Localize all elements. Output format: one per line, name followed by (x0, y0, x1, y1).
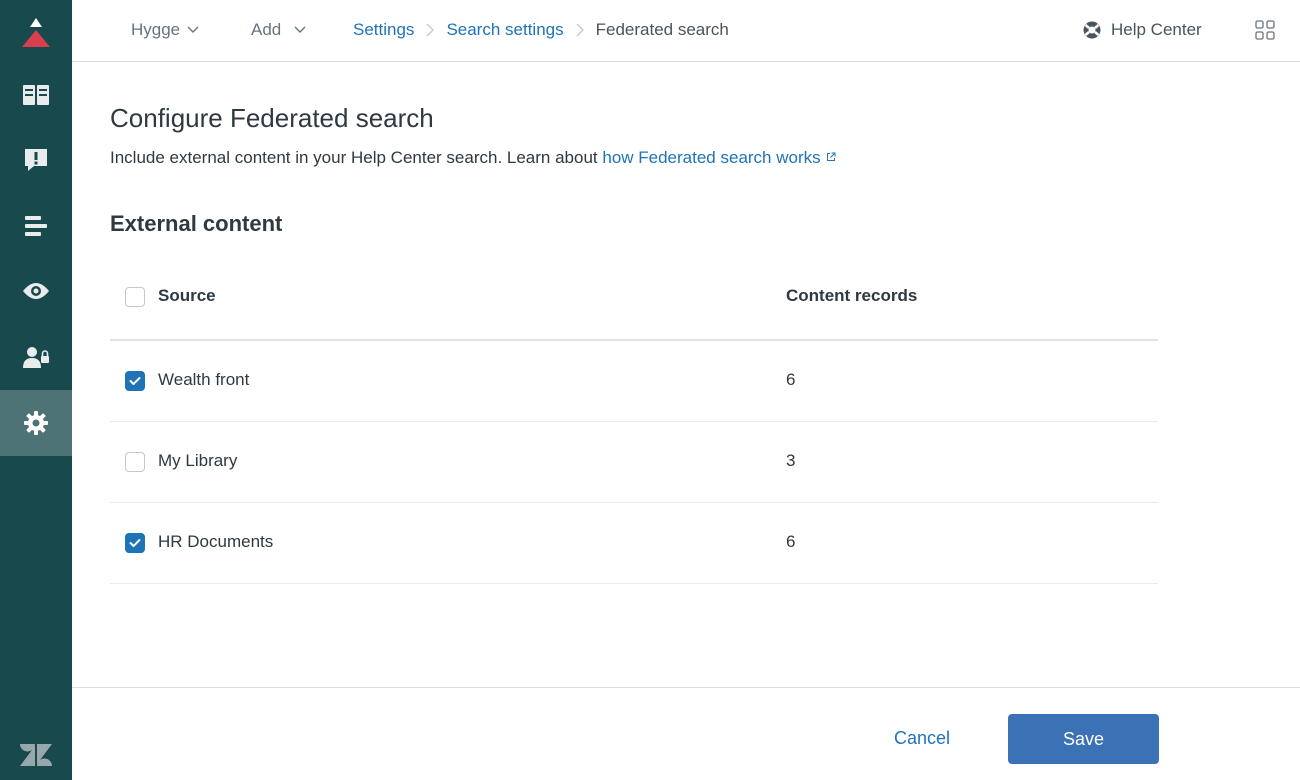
source-name: My Library (158, 451, 238, 470)
cancel-button[interactable]: Cancel (894, 728, 950, 749)
select-all-checkbox[interactable] (125, 287, 145, 307)
settings-gear-icon[interactable] (0, 390, 72, 456)
chevron-right-icon (576, 23, 584, 37)
page-title: Configure Federated search (110, 103, 434, 133)
source-name: HR Documents (158, 532, 274, 551)
table-row: HR Documents 6 (110, 503, 1158, 584)
breadcrumb-settings[interactable]: Settings (353, 20, 414, 40)
chevron-right-icon (426, 23, 435, 37)
checkmark-icon (129, 539, 141, 547)
checkmark-icon (129, 377, 141, 385)
content-records-count: 6 (786, 532, 796, 551)
learn-more-link[interactable]: how Federated search works (602, 148, 836, 167)
intro-text: Include external content in your Help Ce… (110, 148, 836, 168)
row-checkbox[interactable] (125, 452, 145, 472)
intro-description: Include external content in your Help Ce… (110, 148, 603, 167)
product-tray-icon[interactable] (1255, 0, 1275, 60)
content-records-count: 6 (786, 370, 796, 389)
external-content-table: Source Content records Wealth front 6 My… (110, 254, 1158, 584)
brand-selector[interactable]: Hygge (131, 0, 199, 60)
help-center-link[interactable]: Help Center (1082, 0, 1202, 60)
guide-logo-icon[interactable] (0, 0, 72, 66)
zendesk-logo-icon (0, 722, 72, 780)
add-label: Add (251, 20, 282, 39)
row-checkbox[interactable] (125, 371, 145, 391)
table-row: Wealth front 6 (110, 341, 1158, 422)
table-row: My Library 3 (110, 422, 1158, 503)
header-source: Source (158, 286, 216, 305)
external-link-icon (826, 152, 836, 161)
user-permissions-icon[interactable] (0, 324, 72, 390)
arrange-content-icon[interactable] (0, 193, 72, 259)
breadcrumb-search-settings[interactable]: Search settings (446, 20, 563, 40)
header-content-records: Content records (786, 286, 918, 305)
preview-eye-icon[interactable] (0, 258, 72, 324)
chevron-down-icon (187, 26, 199, 33)
chevron-down-icon (294, 26, 306, 33)
community-alert-icon[interactable] (0, 127, 72, 193)
save-button[interactable]: Save (1008, 714, 1159, 764)
source-name: Wealth front (158, 370, 250, 389)
breadcrumb-current: Federated search (595, 20, 729, 39)
add-menu-button[interactable]: Add (251, 0, 306, 60)
section-title: External content (110, 211, 283, 236)
breadcrumb: Settings Search settings Federated searc… (353, 0, 729, 60)
row-checkbox[interactable] (125, 533, 145, 553)
table-header-row: Source Content records (110, 254, 1158, 341)
action-footer: Cancel Save (72, 687, 1300, 780)
help-center-label: Help Center (1111, 20, 1202, 39)
lifebuoy-icon (1083, 21, 1101, 39)
brand-label: Hygge (131, 20, 181, 39)
sidebar-nav (0, 0, 72, 780)
knowledge-base-icon[interactable] (0, 62, 72, 128)
learn-more-label: how Federated search works (602, 148, 821, 167)
content-records-count: 3 (786, 451, 796, 470)
top-bar: Hygge Add Settings Search settings Feder… (72, 0, 1300, 62)
